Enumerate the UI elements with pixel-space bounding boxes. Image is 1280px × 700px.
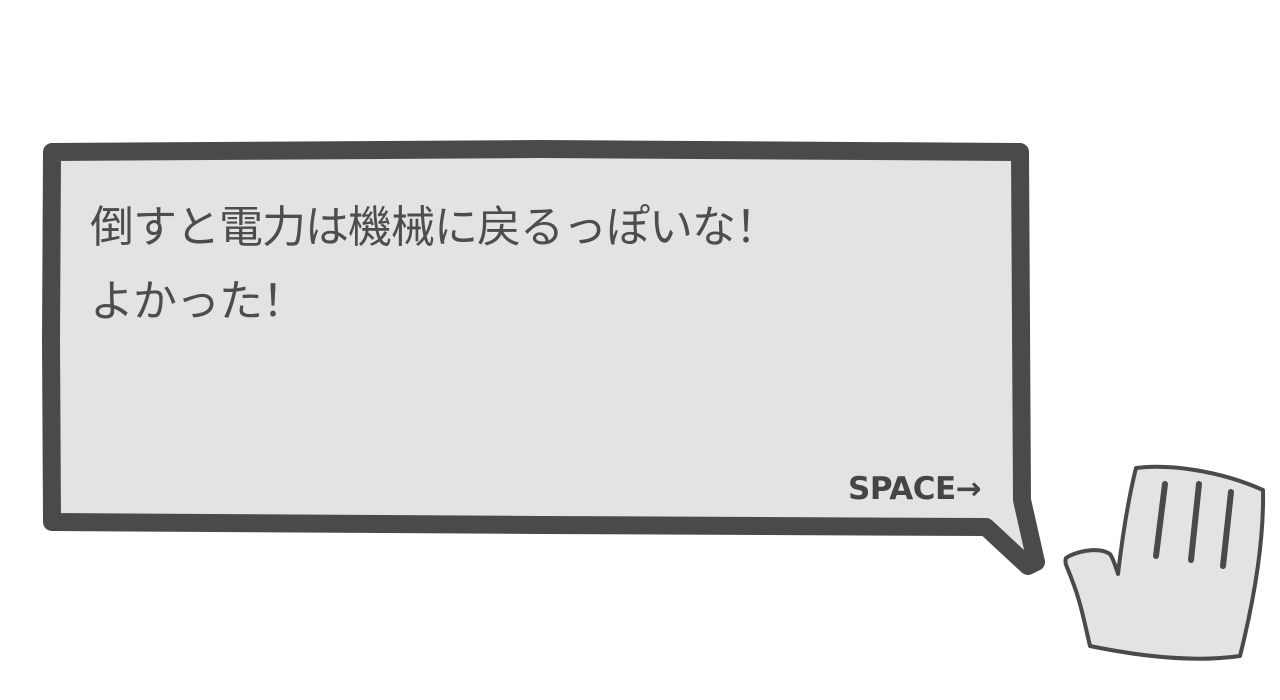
dialogue-line-1: 倒すと電力は機械に戻るっぽいな！ (90, 202, 779, 253)
game-scene: 倒すと電力は機械に戻るっぽいな！ よかった！ SPACE→ (0, 0, 1280, 700)
advance-prompt-button[interactable]: SPACE→ (848, 474, 982, 505)
dialogue-line-2: よかった！ (90, 276, 306, 327)
open-hand-icon (1063, 464, 1266, 661)
